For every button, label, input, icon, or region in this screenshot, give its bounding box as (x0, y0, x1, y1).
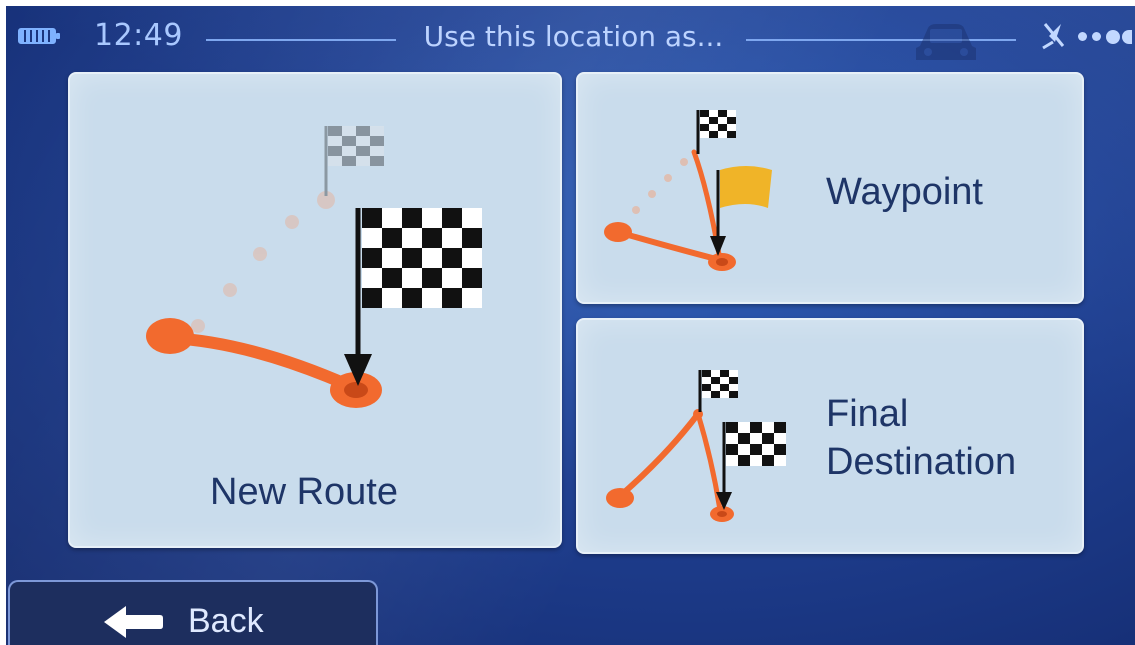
new-route-illustration (146, 126, 482, 408)
clock: 12:49 (94, 18, 183, 53)
page-title: Use this location as... (423, 20, 724, 53)
final-destination-label-line1: Final (826, 393, 909, 435)
battery-icon (18, 28, 60, 44)
car-icon (916, 24, 976, 60)
back-button[interactable]: Back (8, 580, 378, 645)
final-destination-illustration (606, 370, 786, 522)
screen: 12:49 Use this location as... New Route … (6, 6, 1135, 645)
final-destination-button[interactable]: Final Destination (576, 318, 1084, 554)
final-destination-label: Final Destination (826, 390, 1016, 486)
more-dots-icon (1074, 30, 1134, 46)
arrow-left-icon (104, 606, 163, 638)
gps-signal-icon (1042, 23, 1065, 50)
waypoint-illustration (604, 110, 772, 271)
waypoint-button[interactable]: Waypoint (576, 72, 1084, 304)
back-label: Back (188, 602, 264, 640)
waypoint-label: Waypoint (826, 171, 983, 213)
new-route-button[interactable]: New Route (68, 72, 562, 548)
new-route-label: New Route (210, 471, 398, 513)
final-destination-label-line2: Destination (826, 441, 1017, 483)
status-bar: 12:49 Use this location as... (6, 6, 1135, 70)
title-divider-left (206, 39, 396, 41)
